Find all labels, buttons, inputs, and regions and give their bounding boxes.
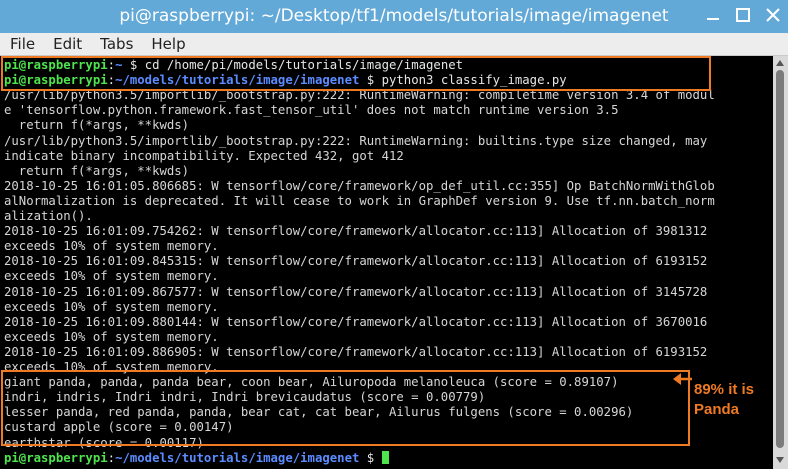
vertical-scrollbar[interactable] bbox=[773, 56, 788, 469]
close-icon[interactable] bbox=[764, 6, 782, 24]
command-line-prompt: pi@raspberrypi:~/models/tutorials/image/… bbox=[4, 450, 389, 466]
output-line: alNormalization is deprecated. It will c… bbox=[4, 193, 715, 208]
output-line: alization(). bbox=[4, 209, 93, 223]
output-line: 2018-10-25 16:01:05.806685: W tensorflow… bbox=[4, 178, 715, 193]
predictions-highlight-box bbox=[1, 370, 690, 446]
menu-edit[interactable]: Edit bbox=[43, 35, 90, 53]
output-line: 2018-10-25 16:01:09.886905: W tensorflow… bbox=[4, 344, 708, 359]
prompt-user: pi@raspberrypi bbox=[4, 450, 108, 465]
output-line: exceeds 10% of system memory. bbox=[4, 299, 219, 314]
scrollbar-thumb[interactable] bbox=[776, 70, 784, 448]
prompt-symbol: $ bbox=[359, 450, 382, 465]
annotation-line-2: Panda bbox=[694, 401, 740, 418]
maximize-icon[interactable] bbox=[734, 6, 752, 24]
prompt-path: ~/models/tutorials/image/imagenet bbox=[115, 450, 360, 465]
output-line: exceeds 10% of system memory. bbox=[4, 269, 219, 284]
window-titlebar[interactable]: pi@raspberrypi: ~/Desktop/tf1/models/tut… bbox=[0, 0, 788, 33]
scroll-down-icon[interactable] bbox=[776, 457, 784, 463]
window-title: pi@raspberrypi: ~/Desktop/tf1/models/tut… bbox=[119, 6, 669, 26]
output-line: indicate binary incompatibility. Expecte… bbox=[4, 148, 404, 163]
commands-highlight-box bbox=[1, 56, 711, 91]
menu-tabs[interactable]: Tabs bbox=[90, 35, 141, 53]
annotation-line-1: 89% it is bbox=[694, 381, 755, 398]
prompt-separator: : bbox=[107, 450, 116, 465]
output-line: 2018-10-25 16:01:09.845315: W tensorflow… bbox=[4, 254, 708, 269]
output-line: 2018-10-25 16:01:09.867577: W tensorflow… bbox=[4, 284, 708, 299]
output-line: 2018-10-25 16:01:09.754262: W tensorflow… bbox=[4, 224, 708, 239]
menu-bar: File Edit Tabs Help bbox=[0, 33, 788, 56]
annotation-label: 89% it is Panda bbox=[694, 380, 754, 420]
menu-file[interactable]: File bbox=[0, 35, 43, 53]
menu-help[interactable]: Help bbox=[141, 35, 193, 53]
minimize-icon[interactable] bbox=[704, 6, 722, 24]
output-line: return f(*args, **kwds) bbox=[4, 118, 190, 133]
output-line: /usr/lib/python3.5/importlib/_bootstrap.… bbox=[4, 133, 708, 148]
output-line: 2018-10-25 16:01:09.880144: W tensorflow… bbox=[4, 314, 708, 329]
scroll-up-icon[interactable] bbox=[776, 60, 784, 66]
output-line: e 'tensorflow.python.framework.fast_tens… bbox=[4, 103, 619, 118]
text-cursor bbox=[381, 450, 389, 464]
arrow-left-icon bbox=[673, 373, 692, 385]
output-line: exceeds 10% of system memory. bbox=[4, 329, 219, 344]
output-line: exceeds 10% of system memory. bbox=[4, 239, 219, 254]
output-line: return f(*args, **kwds) bbox=[4, 163, 190, 178]
